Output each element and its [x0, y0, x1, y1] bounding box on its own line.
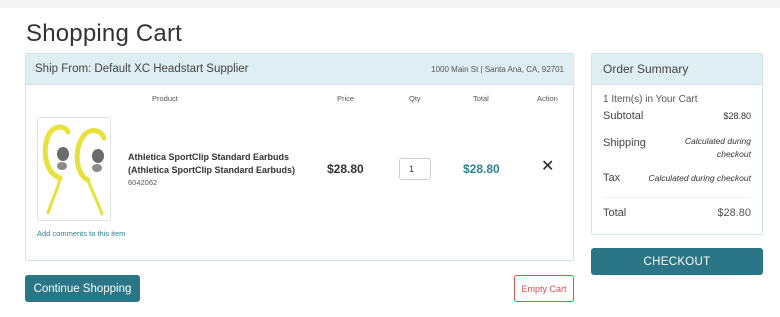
summary-divider: [603, 197, 751, 198]
item-price: $28.80: [327, 162, 364, 176]
tax-value: Calculated during checkout: [648, 173, 751, 183]
top-bar: [0, 0, 780, 8]
checkout-button[interactable]: CHECKOUT: [591, 248, 763, 275]
shipping-value: Calculated during checkout: [684, 136, 751, 159]
column-header-product: Product: [152, 94, 178, 103]
empty-cart-button[interactable]: Empty Cart: [514, 275, 574, 302]
add-comments-link[interactable]: Add comments to this item: [37, 229, 125, 238]
total-value: $28.80: [717, 207, 751, 219]
earbuds-icon: [42, 124, 107, 216]
ship-address: 1000 Main St | Santa Ana, CA, 92701: [431, 64, 564, 74]
items-count: 1 Item(s) in Your Cart: [603, 94, 698, 105]
cart-header: Ship From: Default XC Headstart Supplier…: [26, 54, 573, 85]
order-summary-panel: Order Summary 1 Item(s) in Your Cart Sub…: [591, 53, 763, 235]
product-sku: 6042062: [128, 178, 158, 187]
total-label: Total: [603, 207, 627, 219]
column-header-qty: Qty: [409, 94, 421, 103]
product-image[interactable]: [37, 117, 111, 221]
continue-shopping-button[interactable]: Continue Shopping: [25, 275, 140, 302]
ship-from-label: Ship From: Default XC Headstart Supplier: [35, 63, 249, 75]
product-name: Athletica SportClip Standard Earbuds (At…: [128, 152, 296, 175]
order-summary-title: Order Summary: [592, 54, 762, 85]
item-total: $28.80: [463, 162, 500, 176]
subtotal-label: Subtotal: [603, 110, 644, 122]
quantity-input[interactable]: [399, 158, 431, 180]
subtotal-value: $28.80: [723, 111, 751, 121]
shipping-label: Shipping: [603, 137, 646, 149]
column-header-price: Price: [337, 94, 355, 103]
close-icon: ✕: [541, 158, 555, 175]
column-header-action: Action: [537, 94, 558, 103]
page-title: Shopping Cart: [26, 20, 183, 47]
cart-panel: Ship From: Default XC Headstart Supplier…: [25, 53, 574, 261]
remove-item-button[interactable]: ✕: [541, 158, 554, 176]
column-header-total: Total: [473, 94, 489, 103]
tax-label: Tax: [603, 172, 621, 184]
